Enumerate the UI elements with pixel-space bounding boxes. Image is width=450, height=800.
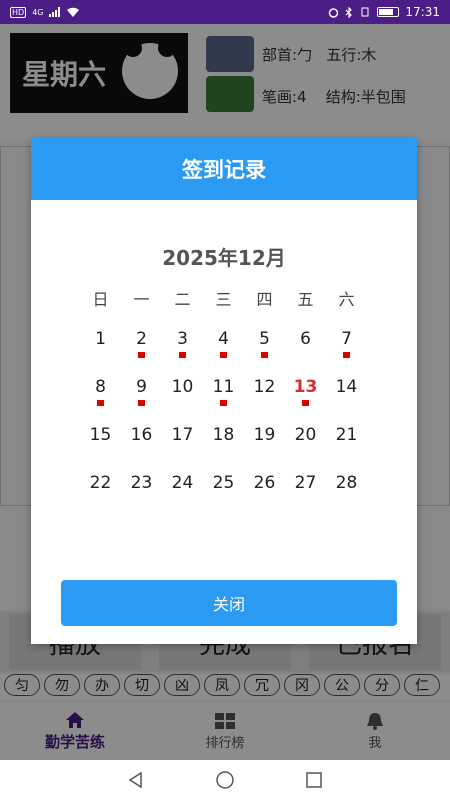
calendar-day-number: 27 xyxy=(294,473,317,493)
wifi-icon xyxy=(67,7,80,17)
signed-in-marker xyxy=(138,400,145,406)
home-button-icon[interactable] xyxy=(215,770,235,790)
weekday-label: 日 xyxy=(92,290,109,309)
signed-in-marker xyxy=(138,352,145,358)
calendar-day-number: 12 xyxy=(253,377,276,397)
calendar-day[interactable]: 15 xyxy=(80,424,121,472)
calendar-week-row: 15 16 17 18 19 20 21 xyxy=(80,424,388,472)
calendar-day[interactable]: 23 xyxy=(121,472,162,520)
weekday-label: 五 xyxy=(297,290,314,309)
calendar-day-number: 21 xyxy=(335,425,358,445)
calendar-day-number: 13 xyxy=(293,377,318,397)
calendar-day[interactable]: 11 xyxy=(203,376,244,424)
weekday-label: 一 xyxy=(133,290,150,309)
signed-in-marker xyxy=(220,352,227,358)
calendar-day-number: 6 xyxy=(300,329,311,349)
back-icon[interactable] xyxy=(127,771,145,789)
calendar-week-row: 1 2 3 4 5 6 7 xyxy=(80,328,388,376)
signed-in-marker xyxy=(261,352,268,358)
calendar-day-number: 14 xyxy=(335,377,358,397)
calendar-day-number: 23 xyxy=(130,473,153,493)
signed-in-marker xyxy=(179,352,186,358)
signed-in-marker xyxy=(343,352,350,358)
calendar-day-number: 18 xyxy=(212,425,235,445)
calendar-day[interactable]: 22 xyxy=(80,472,121,520)
calendar-day-number: 11 xyxy=(212,377,235,397)
alarm-icon xyxy=(329,7,339,18)
calendar-day[interactable]: 8 xyxy=(80,376,121,424)
calendar-grid: 1 2 3 4 5 6 7 8 9 10 11 12 13 14 15 16 17 18 19 20 21 22 23 24 2… xyxy=(80,328,388,520)
checkin-dialog: 签到记录 2025年12月 日 一 二 三 四 五 六 1 2 3 4 5 6 7 8 9 10 1… xyxy=(31,138,417,644)
calendar-day-number: 9 xyxy=(136,377,147,397)
calendar-day[interactable]: 4 xyxy=(203,328,244,376)
calendar-day-number: 24 xyxy=(171,473,194,493)
signed-in-marker xyxy=(97,400,104,406)
calendar-day[interactable]: 7 xyxy=(326,328,367,376)
calendar-day[interactable]: 6 xyxy=(285,328,326,376)
calendar-day-number: 7 xyxy=(341,329,352,349)
calendar-day[interactable]: 24 xyxy=(162,472,203,520)
calendar-day-number: 17 xyxy=(171,425,194,445)
calendar-day[interactable]: 21 xyxy=(326,424,367,472)
bluetooth-icon xyxy=(345,6,353,18)
calendar-week-row: 8 9 10 11 12 13 14 xyxy=(80,376,388,424)
calendar-day-number: 5 xyxy=(259,329,270,349)
battery-icon xyxy=(377,7,400,17)
signed-in-marker xyxy=(220,400,227,406)
calendar-day-number: 3 xyxy=(177,329,188,349)
calendar-day-number: 19 xyxy=(253,425,276,445)
calendar-day-number: 22 xyxy=(89,473,112,493)
weekday-label: 三 xyxy=(215,290,232,309)
calendar-day[interactable]: 2 xyxy=(121,328,162,376)
calendar-day-number: 25 xyxy=(212,473,235,493)
calendar-day[interactable]: 18 xyxy=(203,424,244,472)
calendar-day[interactable]: 9 xyxy=(121,376,162,424)
calendar-day[interactable]: 25 xyxy=(203,472,244,520)
calendar-day-number: 10 xyxy=(171,377,194,397)
calendar-day-number: 15 xyxy=(89,425,112,445)
calendar-day[interactable]: 14 xyxy=(326,376,367,424)
network-type: 4G xyxy=(32,7,44,17)
status-bar: HD 4G 17:31 xyxy=(0,0,450,24)
calendar-day[interactable]: 5 xyxy=(244,328,285,376)
calendar-day[interactable]: 1 xyxy=(80,328,121,376)
calendar-day[interactable]: 10 xyxy=(162,376,203,424)
calendar-day-number: 1 xyxy=(95,329,106,349)
calendar-day[interactable]: 16 xyxy=(121,424,162,472)
weekday-label: 二 xyxy=(174,290,191,309)
calendar-day[interactable]: 12 xyxy=(244,376,285,424)
calendar-day-number: 8 xyxy=(95,377,106,397)
calendar-day[interactable]: 17 xyxy=(162,424,203,472)
calendar-week-row: 22 23 24 25 26 27 28 xyxy=(80,472,388,520)
hd-badge: HD xyxy=(10,6,27,18)
calendar-day-number: 28 xyxy=(335,473,358,493)
calendar-day[interactable]: 20 xyxy=(285,424,326,472)
calendar-day[interactable]: 19 xyxy=(244,424,285,472)
status-time: 17:31 xyxy=(405,5,440,19)
recents-icon[interactable] xyxy=(305,771,323,789)
close-button[interactable]: 关闭 xyxy=(61,580,397,626)
calendar-day-number: 26 xyxy=(253,473,276,493)
calendar-day-number: 4 xyxy=(218,329,229,349)
dialog-title: 签到记录 xyxy=(182,158,266,182)
signed-in-marker xyxy=(302,400,309,406)
calendar-day-number: 16 xyxy=(130,425,153,445)
calendar-day[interactable]: 3 xyxy=(162,328,203,376)
calendar-day-number: 20 xyxy=(294,425,317,445)
signal-icon xyxy=(49,7,61,17)
calendar-day-number: 2 xyxy=(136,329,147,349)
calendar-day[interactable]: 27 xyxy=(285,472,326,520)
weekday-header: 日 一 二 三 四 五 六 xyxy=(80,286,388,310)
calendar-day[interactable]: 13 xyxy=(285,376,326,424)
vibrate-icon xyxy=(361,7,369,17)
dialog-header: 签到记录 xyxy=(31,138,417,200)
weekday-label: 四 xyxy=(256,290,273,309)
month-title: 2025年12月 xyxy=(162,246,286,270)
calendar-day[interactable]: 26 xyxy=(244,472,285,520)
weekday-label: 六 xyxy=(338,290,355,309)
system-nav xyxy=(0,760,450,800)
calendar-day[interactable]: 28 xyxy=(326,472,367,520)
